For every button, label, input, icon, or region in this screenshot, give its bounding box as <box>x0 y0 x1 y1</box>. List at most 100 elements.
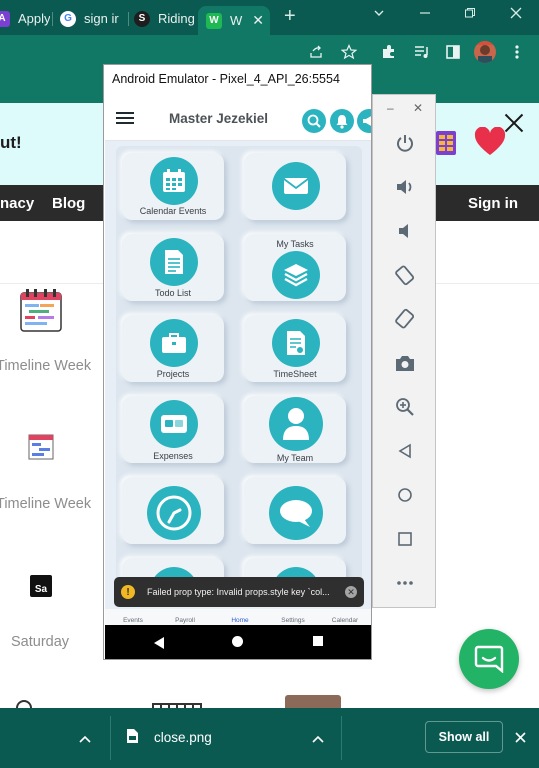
tab-title: Apply <box>18 11 50 26</box>
bookmark-star-icon[interactable] <box>340 43 358 61</box>
bottom-tab-payroll[interactable]: Payroll <box>165 617 205 624</box>
tile-label: My Team <box>276 453 314 463</box>
bottom-tab-events[interactable]: Events <box>113 617 153 624</box>
tile-timesheet[interactable]: TimeSheet <box>244 315 346 382</box>
download-options-chevron-icon[interactable] <box>312 731 324 746</box>
tile-my-tasks[interactable]: My Tasks <box>244 234 346 301</box>
tile-projects[interactable]: Projects <box>122 315 224 382</box>
toast-close-icon[interactable]: ✕ <box>345 586 357 598</box>
card-icon <box>150 400 198 448</box>
banner-text: ut! <box>0 133 22 152</box>
panel-minimize-icon[interactable]: – <box>387 101 394 115</box>
rotate-right-icon[interactable] <box>393 307 417 331</box>
partial-image-icon <box>285 695 341 709</box>
new-tab-button[interactable]: + <box>284 5 296 28</box>
tile-label: Projects <box>156 369 190 379</box>
downloads-close-icon[interactable] <box>515 731 526 746</box>
tile-chat[interactable] <box>244 477 346 544</box>
rotate-left-icon[interactable] <box>393 263 417 287</box>
stripe-favicon-icon: S <box>134 10 150 27</box>
bottom-tab-home[interactable]: Home <box>220 617 260 624</box>
power-icon[interactable] <box>393 131 417 155</box>
volume-up-icon[interactable] <box>393 175 417 199</box>
minimize-icon[interactable] <box>419 6 431 22</box>
timesheet-icon <box>272 319 320 367</box>
dashboard-grid: Calendar Events Todo List My Tasks Proje… <box>116 146 362 606</box>
product-logo-icon[interactable] <box>436 131 456 155</box>
tab-apply[interactable]: A Apply <box>0 6 50 31</box>
phone-screen: Master Jezekiel Calendar Events Todo Lis… <box>105 93 371 659</box>
download-filename[interactable]: close.png <box>154 730 212 745</box>
camera-icon[interactable] <box>393 351 417 375</box>
app-favicon-icon: W <box>206 12 222 29</box>
media-control-icon[interactable] <box>413 43 431 61</box>
chrome-menu-icon[interactable] <box>508 43 526 61</box>
side-panel-icon[interactable] <box>444 43 462 61</box>
bottom-tab-settings[interactable]: Settings <box>273 617 313 624</box>
view-label: Timeline Week <box>0 358 92 374</box>
window-close-icon[interactable] <box>510 6 522 22</box>
more-icon[interactable] <box>393 571 417 595</box>
mail-icon <box>272 162 320 210</box>
tile-label: My Tasks <box>276 239 314 249</box>
file-icon <box>126 728 139 747</box>
briefcase-icon <box>150 319 198 367</box>
volume-down-icon[interactable] <box>393 219 417 243</box>
tab-separator <box>52 12 53 26</box>
extensions-icon[interactable] <box>380 43 398 61</box>
view-label: Timeline Week <box>0 496 92 512</box>
back-icon[interactable] <box>393 439 417 463</box>
bottom-tab-calendar[interactable]: Calendar <box>325 617 365 624</box>
calendar-sa-icon[interactable]: Sa <box>30 575 52 597</box>
tab-close-icon[interactable]: ✕ <box>252 12 264 29</box>
layers-icon <box>272 251 320 299</box>
calendar-icon <box>150 157 198 205</box>
tile-clock[interactable] <box>122 477 224 544</box>
tile-mail[interactable] <box>244 153 346 220</box>
chevron-down-icon[interactable] <box>373 6 385 22</box>
overview-icon[interactable] <box>393 527 417 551</box>
timeline-week-grid-icon[interactable] <box>28 434 54 465</box>
tab-riding[interactable]: S Riding <box>134 6 196 31</box>
tab-sign-in[interactable]: G sign ir <box>60 6 126 31</box>
hamburger-menu-icon[interactable] <box>116 112 136 126</box>
divider <box>110 716 111 760</box>
panel-close-icon[interactable]: ✕ <box>413 101 423 115</box>
tab-title: W <box>230 13 243 28</box>
profile-avatar[interactable] <box>474 41 496 63</box>
tab-favicon-icon: A <box>0 10 10 27</box>
support-chat-button[interactable] <box>459 629 519 689</box>
search-icon[interactable] <box>302 109 326 133</box>
app-header: Master Jezekiel <box>105 93 371 141</box>
banner-close-icon[interactable] <box>503 112 525 134</box>
show-all-button[interactable]: Show all <box>425 721 503 753</box>
warning-icon: ! <box>121 585 135 599</box>
bell-icon[interactable] <box>330 109 354 133</box>
warning-toast[interactable]: ! Failed prop type: Invalid props.style … <box>114 577 364 607</box>
google-favicon-icon: G <box>60 10 76 27</box>
nav-blog-link[interactable]: Blog <box>52 195 85 212</box>
share-icon[interactable] <box>307 43 325 61</box>
android-back-icon[interactable] <box>154 636 165 654</box>
heart-icon[interactable] <box>474 126 506 157</box>
android-nav-bar <box>105 625 371 659</box>
tile-calendar-events[interactable]: Calendar Events <box>122 153 224 220</box>
tile-label: Todo List <box>154 288 192 298</box>
tile-my-team[interactable]: My Team <box>244 396 346 463</box>
tab-active[interactable]: W W ✕ <box>198 6 270 35</box>
megaphone-icon[interactable] <box>357 109 371 133</box>
tile-expenses[interactable]: Expenses <box>122 396 224 463</box>
android-home-icon[interactable] <box>232 636 243 647</box>
tile-label: TimeSheet <box>273 369 317 379</box>
tile-todo-list[interactable]: Todo List <box>122 234 224 301</box>
timeline-week-color-icon[interactable] <box>20 289 62 338</box>
emulator-side-panel: – ✕ <box>372 94 436 608</box>
home-icon[interactable] <box>393 483 417 507</box>
restore-icon[interactable] <box>464 6 476 22</box>
chevron-up-icon[interactable] <box>79 731 91 746</box>
emulator-title: Android Emulator - Pixel_4_API_26:5554 <box>112 72 340 86</box>
android-overview-icon[interactable] <box>313 636 323 646</box>
nav-sign-in-link[interactable]: Sign in <box>468 195 518 212</box>
zoom-icon[interactable] <box>393 395 417 419</box>
nav-privacy-link[interactable]: nacy <box>0 195 34 212</box>
